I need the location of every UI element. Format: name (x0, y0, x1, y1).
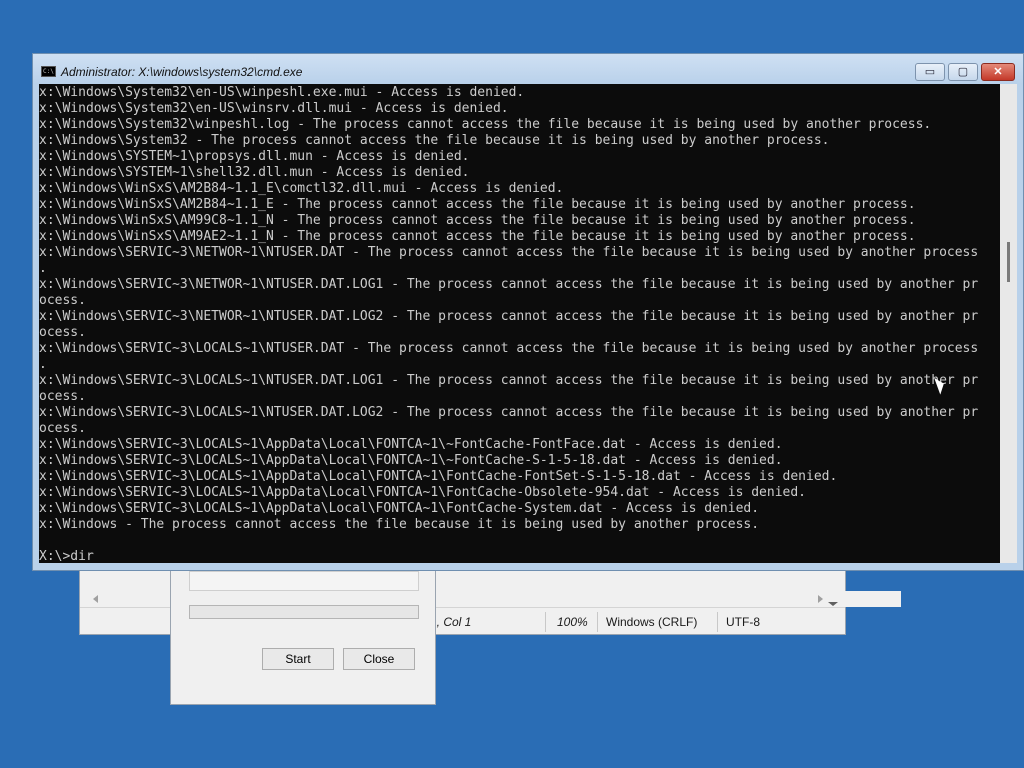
console-line: x:\Windows\SERVIC~3\LOCALS~1\AppData\Loc… (39, 453, 783, 468)
line-endings: Windows (CRLF) (606, 615, 698, 629)
close-window-button[interactable]: ✕ (981, 63, 1015, 81)
console-line: x:\Windows\System32\en-US\winpeshl.exe.m… (39, 85, 525, 100)
console-line: x:\Windows\System32\winpeshl.log - The p… (39, 117, 932, 132)
zoom-level: 100% (557, 615, 588, 629)
console-line: x:\Windows\SYSTEM~1\shell32.dll.mun - Ac… (39, 165, 470, 180)
console-line: x:\Windows\SERVIC~3\LOCALS~1\NTUSER.DAT.… (39, 405, 979, 420)
console-line: x:\Windows\WinSxS\AM2B84~1.1_E\comctl32.… (39, 181, 564, 196)
console-line: x:\Windows - The process cannot access t… (39, 517, 760, 532)
minimize-button[interactable]: ▭ (915, 63, 945, 81)
cursor-position: 1, Col 1 (430, 615, 472, 629)
console-line: x:\Windows\SERVIC~3\LOCALS~1\AppData\Loc… (39, 469, 838, 484)
console-line: x:\Windows\SYSTEM~1\propsys.dll.mun - Ac… (39, 149, 470, 164)
console-line: x:\Windows\SERVIC~3\LOCALS~1\AppData\Loc… (39, 501, 760, 516)
console-line: x:\Windows\SERVIC~3\NETWOR~1\NTUSER.DAT … (39, 245, 979, 260)
title-bar[interactable]: C:\ Administrator: X:\windows\system32\c… (33, 54, 1023, 84)
console-line: ocess. (39, 421, 86, 436)
console-line: x:\Windows\SERVIC~3\LOCALS~1\NTUSER.DAT … (39, 341, 979, 356)
console-icon: C:\ (41, 66, 56, 77)
console-line: . (39, 357, 47, 372)
console-line: ocess. (39, 325, 86, 340)
console-line: ocess. (39, 389, 86, 404)
maximize-button[interactable]: ▢ (948, 63, 978, 81)
console-line: x:\Windows\WinSxS\AM9AE2~1.1_N - The pro… (39, 229, 916, 244)
background-dialog: Start Close (170, 562, 436, 705)
dialog-input-field[interactable] (189, 571, 419, 591)
console-output[interactable]: x:\Windows\System32\en-US\winpeshl.exe.m… (39, 84, 1000, 563)
progress-bar (189, 605, 419, 619)
console-line: x:\Windows\System32 - The process cannot… (39, 133, 830, 148)
console-line: x:\Windows\SERVIC~3\LOCALS~1\AppData\Loc… (39, 485, 807, 500)
status-separator (597, 612, 598, 632)
console-line: x:\Windows\System32\en-US\winsrv.dll.mui… (39, 101, 509, 116)
cmd-window[interactable]: C:\ Administrator: X:\windows\system32\c… (32, 53, 1024, 571)
encoding: UTF-8 (726, 615, 760, 629)
scrollbar-thumb[interactable] (1007, 242, 1010, 282)
console-line: x:\Windows\SERVIC~3\LOCALS~1\AppData\Loc… (39, 437, 783, 452)
start-button[interactable]: Start (262, 648, 334, 670)
console-line: x:\Windows\SERVIC~3\LOCALS~1\NTUSER.DAT.… (39, 373, 979, 388)
close-button[interactable]: Close (343, 648, 415, 670)
console-line: X:\>dir (39, 549, 94, 563)
status-separator (717, 612, 718, 632)
vertical-scrollbar[interactable] (1000, 84, 1017, 563)
console-line: . (39, 261, 47, 276)
console-line: x:\Windows\SERVIC~3\NETWOR~1\NTUSER.DAT.… (39, 309, 979, 324)
window-title: Administrator: X:\windows\system32\cmd.e… (61, 65, 303, 79)
console-line: x:\Windows\WinSxS\AM99C8~1.1_N - The pro… (39, 213, 916, 228)
status-separator (545, 612, 546, 632)
console-line: x:\Windows\WinSxS\AM2B84~1.1_E - The pro… (39, 197, 916, 212)
console-line: x:\Windows\SERVIC~3\NETWOR~1\NTUSER.DAT.… (39, 277, 979, 292)
console-line: ocess. (39, 293, 86, 308)
